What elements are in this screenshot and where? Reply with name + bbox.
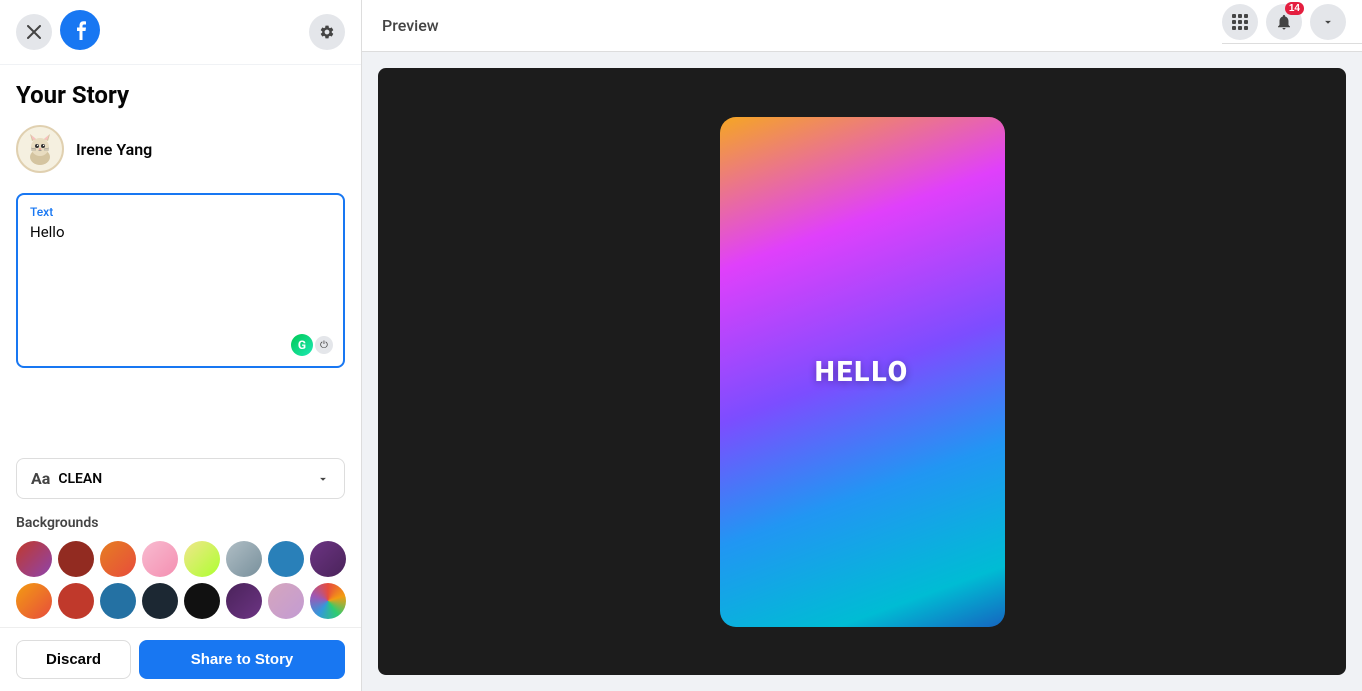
grammarly-addon: G ⏻ xyxy=(291,334,333,356)
background-option-11[interactable] xyxy=(100,583,136,619)
background-option-15[interactable] xyxy=(268,583,304,619)
preview-area: Preview HELLO xyxy=(362,0,1362,691)
background-option-13[interactable] xyxy=(184,583,220,619)
preview-header: Preview xyxy=(362,0,1362,52)
background-option-16[interactable] xyxy=(310,583,346,619)
font-selector-left: Aa CLEAN xyxy=(31,469,102,488)
account-menu-button[interactable] xyxy=(1310,4,1346,40)
story-card: HELLO xyxy=(720,117,1005,627)
background-option-1[interactable] xyxy=(16,541,52,577)
chevron-down-icon xyxy=(316,472,330,486)
background-option-5[interactable] xyxy=(184,541,220,577)
preview-canvas: HELLO xyxy=(378,68,1346,675)
backgrounds-label: Backgrounds xyxy=(16,515,345,531)
font-name-label: CLEAN xyxy=(58,471,102,487)
background-option-4[interactable] xyxy=(142,541,178,577)
notification-count: 14 xyxy=(1285,2,1304,15)
username-label: Irene Yang xyxy=(76,140,152,159)
grammarly-g-icon: G xyxy=(291,334,313,356)
background-option-12[interactable] xyxy=(142,583,178,619)
text-field-wrapper: Text Hello G ⏻ xyxy=(16,193,345,368)
notifications-button[interactable]: 14 xyxy=(1266,4,1302,40)
background-option-10[interactable] xyxy=(58,583,94,619)
discard-button[interactable]: Discard xyxy=(16,640,131,679)
apps-button[interactable] xyxy=(1222,4,1258,40)
background-option-8[interactable] xyxy=(310,541,346,577)
font-selector[interactable]: Aa CLEAN xyxy=(16,458,345,499)
facebook-logo xyxy=(60,10,100,54)
background-option-7[interactable] xyxy=(268,541,304,577)
story-preview-text: HELLO xyxy=(815,355,909,388)
share-to-story-button[interactable]: Share to Story xyxy=(139,640,345,679)
background-option-2[interactable] xyxy=(58,541,94,577)
backgrounds-grid xyxy=(16,541,345,619)
sidebar-icons-left xyxy=(16,10,100,54)
text-area-section: Text Hello G ⏻ xyxy=(0,185,361,450)
avatar xyxy=(16,125,64,173)
font-aa-label: Aa xyxy=(31,469,50,488)
user-row: Irene Yang xyxy=(0,117,361,185)
gear-icon xyxy=(319,24,335,40)
settings-button[interactable] xyxy=(309,14,345,50)
sidebar-top-row xyxy=(0,0,361,65)
text-field-label: Text xyxy=(30,205,331,219)
background-option-9[interactable] xyxy=(16,583,52,619)
background-option-3[interactable] xyxy=(100,541,136,577)
close-icon xyxy=(27,25,41,39)
sidebar: Your Story xyxy=(0,0,362,691)
preview-label: Preview xyxy=(382,16,439,35)
apps-icon xyxy=(1231,13,1249,31)
bell-icon xyxy=(1275,13,1293,31)
backgrounds-section: Backgrounds xyxy=(0,507,361,627)
grammarly-power-icon: ⏻ xyxy=(315,336,333,354)
bottom-buttons: Discard Share to Story xyxy=(0,627,361,691)
background-option-6[interactable] xyxy=(226,541,262,577)
page-title: Your Story xyxy=(0,65,361,117)
text-input[interactable]: Hello xyxy=(30,223,331,356)
chevron-down-icon xyxy=(1321,15,1335,29)
background-option-14[interactable] xyxy=(226,583,262,619)
close-button[interactable] xyxy=(16,14,52,50)
